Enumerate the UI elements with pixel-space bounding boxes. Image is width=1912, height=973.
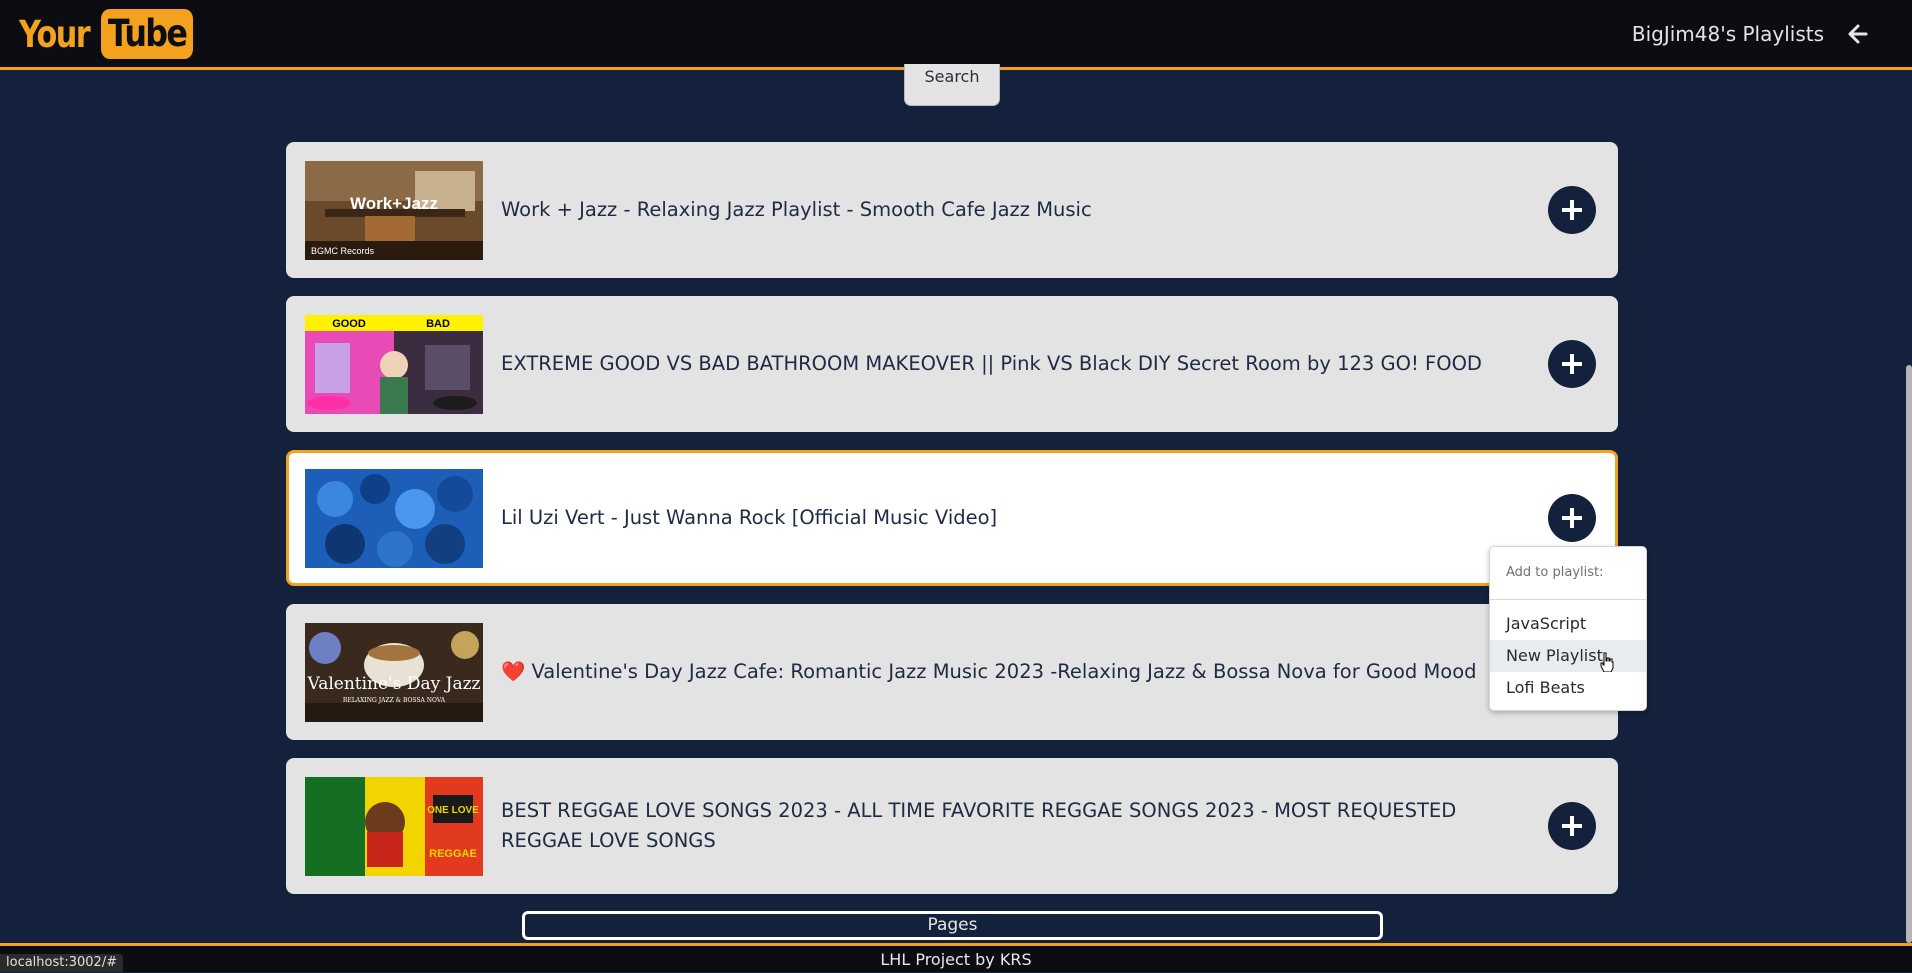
top-navbar: Your Tube BigJim48's Playlists	[0, 0, 1912, 70]
video-title[interactable]: BEST REGGAE LOVE SONGS 2023 - ALL TIME F…	[501, 758, 1508, 894]
thumb-good-text: GOOD	[332, 318, 366, 330]
video-thumbnail: Work+Jazz BGMC Records	[305, 161, 483, 260]
thumb-bgmc-text: BGMC Records	[311, 246, 375, 256]
menu-divider	[1490, 599, 1646, 600]
yourtube-logo[interactable]: Your Tube	[19, 9, 208, 59]
menu-item-new-playlist[interactable]: New Playlist	[1490, 640, 1646, 672]
video-thumbnail: GOOD BAD	[305, 315, 483, 414]
thumb-valentine-text: Valentine's Day Jazz	[306, 674, 480, 694]
video-card[interactable]: GOOD BAD EXTREME GOOD VS BAD BATHROOM MA…	[286, 296, 1618, 432]
thumb-bad-text: BAD	[426, 318, 450, 330]
video-card[interactable]: ONE LOVE REGGAE BEST REGGAE LOVE SONGS 2…	[286, 758, 1618, 894]
logo-your-text: Your	[19, 12, 91, 56]
status-bar-url: localhost:3002/#	[0, 954, 124, 972]
video-title[interactable]: EXTREME GOOD VS BAD BATHROOM MAKEOVER ||…	[501, 296, 1508, 432]
back-arrow-icon[interactable]	[1846, 20, 1870, 48]
video-thumbnail: Valentine's Day Jazz RELAXING JAZZ & BOS…	[305, 623, 483, 722]
add-to-playlist-button[interactable]	[1548, 802, 1596, 850]
video-title[interactable]: Work + Jazz - Relaxing Jazz Playlist - S…	[501, 142, 1508, 278]
add-to-playlist-menu: Add to playlist: JavaScript New Playlist…	[1489, 546, 1647, 711]
thumb-work-jazz-text: Work+Jazz	[350, 194, 438, 213]
video-thumbnail: ONE LOVE REGGAE	[305, 777, 483, 876]
menu-item-lofi-beats[interactable]: Lofi Beats	[1490, 672, 1646, 704]
video-card-selected[interactable]: Lil Uzi Vert - Just Wanna Rock [Official…	[286, 450, 1618, 586]
search-button[interactable]: Search	[904, 64, 1000, 106]
video-title[interactable]: Lil Uzi Vert - Just Wanna Rock [Official…	[501, 453, 1505, 583]
add-to-playlist-button[interactable]	[1548, 494, 1596, 542]
video-card[interactable]: Valentine's Day Jazz RELAXING JAZZ & BOS…	[286, 604, 1618, 740]
logo-tube-text: Tube	[101, 9, 194, 59]
menu-header: Add to playlist:	[1506, 565, 1604, 580]
user-playlists-link[interactable]: BigJim48's Playlists	[1632, 22, 1824, 46]
add-to-playlist-button[interactable]	[1548, 186, 1596, 234]
video-thumbnail	[305, 469, 483, 568]
hand-cursor-icon	[1600, 652, 1614, 673]
thumb-one-love-text: ONE LOVE	[427, 805, 479, 816]
footer-text: LHL Project by KRS	[880, 950, 1032, 969]
footer: LHL Project by KRS	[0, 943, 1912, 972]
menu-item-javascript[interactable]: JavaScript	[1490, 608, 1646, 640]
scrollbar-thumb[interactable]	[1906, 365, 1912, 943]
thumb-reggae-text: REGGAE	[429, 848, 477, 860]
video-card[interactable]: Work+Jazz BGMC Records Work + Jazz - Rel…	[286, 142, 1618, 278]
thumb-bossa-text: RELAXING JAZZ & BOSSA NOVA	[343, 697, 446, 704]
add-to-playlist-button[interactable]	[1548, 340, 1596, 388]
pages-button[interactable]: Pages	[522, 911, 1383, 940]
video-title[interactable]: ❤️ Valentine's Day Jazz Cafe: Romantic J…	[501, 604, 1508, 740]
